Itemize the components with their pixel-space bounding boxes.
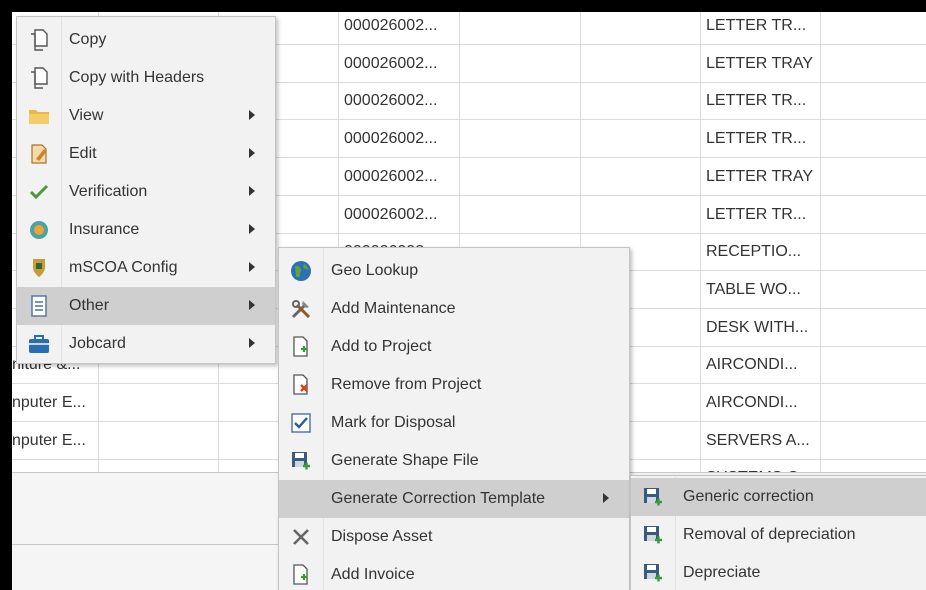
menu-item-label: Generic correction	[683, 488, 814, 505]
menu-item-jobcard[interactable]: Jobcard	[17, 325, 275, 363]
table-cell: LETTER TRAY	[706, 55, 813, 72]
menu-item-label: Add Maintenance	[331, 300, 456, 317]
menu-item-copy-with-headers[interactable]: Copy with Headers	[17, 59, 275, 97]
table-cell: LETTER TR...	[706, 92, 807, 109]
edit-icon	[27, 142, 51, 166]
menu-item-edit[interactable]: Edit	[17, 135, 275, 173]
briefcase-icon	[27, 332, 51, 356]
menu-item-label: Copy	[69, 31, 107, 48]
menu-item-label: Generate Correction Template	[331, 490, 546, 507]
save-icon	[641, 523, 665, 547]
copy-icon	[27, 28, 51, 52]
copy-icon	[27, 66, 51, 90]
menu-item-label: Dispose Asset	[331, 528, 433, 545]
table-cell: SYSTEMS C...	[702, 459, 820, 472]
menu-item-copy[interactable]: Copy	[17, 21, 275, 59]
chevron-right-icon	[249, 148, 255, 158]
menu-item-label: Remove from Project	[331, 376, 482, 393]
folder-icon	[27, 104, 51, 128]
table-cell: DESK WITH...	[706, 319, 809, 336]
other-submenu: Geo Lookup Add Maintenance Add to Projec…	[278, 247, 630, 590]
menu-item-label: Add Invoice	[331, 566, 415, 583]
globe-icon	[289, 259, 313, 283]
menu-item-mscoa-config[interactable]: mSCOA Config	[17, 249, 275, 287]
menu-item-remove-from-project[interactable]: Remove from Project	[279, 366, 629, 404]
tools-icon	[289, 297, 313, 321]
save-icon	[289, 449, 313, 473]
add-document-icon	[289, 335, 313, 359]
menu-item-label: Insurance	[69, 221, 140, 238]
table-cell: LETTER TRAY	[706, 168, 813, 185]
chevron-right-icon	[249, 186, 255, 196]
menu-item-label: Other	[69, 297, 110, 314]
menu-item-label: Geo Lookup	[331, 262, 419, 279]
menu-item-add-maintenance[interactable]: Add Maintenance	[279, 290, 629, 328]
chevron-right-icon	[249, 224, 255, 234]
menu-item-generic-correction[interactable]: Generic correction	[631, 478, 926, 516]
menu-item-removal-of-depreciation[interactable]: Removal of depreciation	[631, 516, 926, 554]
table-cell: TABLE WO...	[706, 281, 801, 298]
table-cell: AIRCONDI...	[706, 394, 798, 411]
table-cell: LETTER TR...	[706, 206, 807, 223]
chevron-right-icon	[249, 110, 255, 120]
table-cell: SERVERS A...	[706, 432, 810, 449]
table-cell: nputer E...	[12, 432, 86, 449]
menu-item-other[interactable]: Other	[17, 287, 275, 325]
menu-item-add-to-project[interactable]: Add to Project	[279, 328, 629, 366]
correction-submenu: Generic correction Removal of depreciati…	[630, 475, 926, 590]
chevron-right-icon	[249, 338, 255, 348]
menu-item-label: Generate Shape File	[331, 452, 479, 469]
table-cell: RECEPTIO...	[706, 243, 802, 260]
table-cell: LETTER TR...	[706, 130, 807, 147]
add-document-icon	[289, 563, 313, 587]
menu-item-label: Edit	[69, 145, 97, 162]
table-cell: nputer E...	[12, 394, 86, 411]
save-icon	[641, 561, 665, 585]
menu-item-depreciate[interactable]: Depreciate	[631, 554, 926, 590]
chevron-right-icon	[603, 493, 609, 503]
table-cell: 000026002...	[344, 55, 438, 72]
checkmark-icon	[27, 180, 51, 204]
menu-item-insurance[interactable]: Insurance	[17, 211, 275, 249]
menu-item-label: View	[69, 107, 104, 124]
menu-item-label: Jobcard	[69, 335, 126, 352]
menu-item-generate-correction-template[interactable]: Generate Correction Template	[279, 480, 629, 518]
chevron-right-icon	[249, 262, 255, 272]
chevron-right-icon	[249, 300, 255, 310]
menu-item-geo-lookup[interactable]: Geo Lookup	[279, 252, 629, 290]
menu-item-label: mSCOA Config	[69, 259, 178, 276]
insurance-icon	[27, 218, 51, 242]
table-cell: LETTER TR...	[706, 17, 807, 34]
menu-item-add-invoice[interactable]: Add Invoice	[279, 556, 629, 590]
document-icon	[27, 294, 51, 318]
menu-item-label: Verification	[69, 183, 148, 200]
table-cell: 000026002...	[344, 92, 438, 109]
table-cell: 000026002...	[344, 168, 438, 185]
menu-item-label: Copy with Headers	[69, 69, 205, 86]
menu-item-label: Removal of depreciation	[683, 526, 856, 543]
menu-item-generate-shape-file[interactable]: Generate Shape File	[279, 442, 629, 480]
table-cell: AIRCONDI...	[706, 356, 798, 373]
context-menu: Copy Copy with Headers View Edit Verific…	[16, 16, 276, 364]
menu-item-view[interactable]: View	[17, 97, 275, 135]
table-cell: 000026002...	[344, 130, 438, 147]
app-window: 000026002... LETTER TR... 000026002... LETT…	[12, 12, 926, 590]
menu-item-dispose-asset[interactable]: Dispose Asset	[279, 518, 629, 556]
menu-item-label: Add to Project	[331, 338, 432, 355]
menu-item-verification[interactable]: Verification	[17, 173, 275, 211]
menu-item-label: Depreciate	[683, 564, 761, 581]
save-icon	[641, 485, 665, 509]
menu-item-label: Mark for Disposal	[331, 414, 456, 431]
table-cell: 000026002...	[344, 17, 438, 34]
remove-document-icon	[289, 373, 313, 397]
cross-icon	[289, 525, 313, 549]
coat-of-arms-icon	[27, 256, 51, 280]
menu-item-mark-for-disposal[interactable]: Mark for Disposal	[279, 404, 629, 442]
table-cell: 000026002...	[344, 206, 438, 223]
checkbox-icon	[289, 411, 313, 435]
